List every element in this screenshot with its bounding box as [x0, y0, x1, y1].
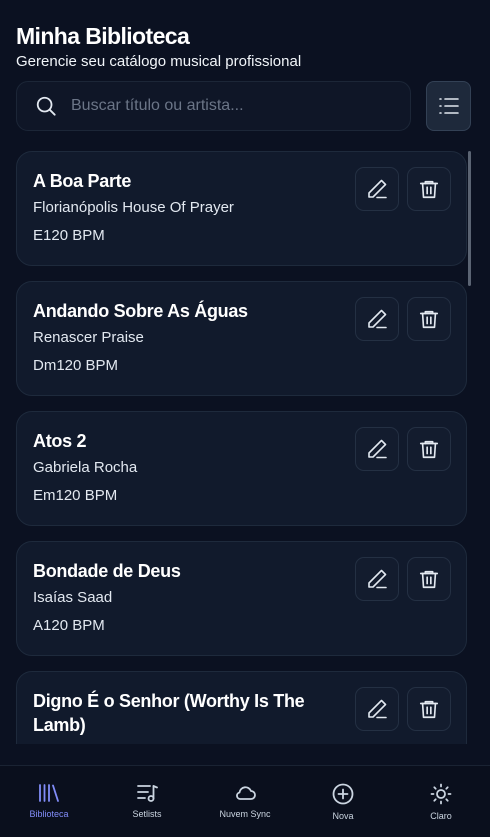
nav-item-claro[interactable]: Claro — [392, 766, 490, 837]
nav-item-setlists[interactable]: Setlists — [98, 766, 196, 837]
page-title: Minha Biblioteca — [16, 23, 190, 49]
search-row — [16, 81, 474, 131]
song-card[interactable]: Andando Sobre As Águas Renascer Praise D… — [16, 281, 467, 396]
song-title: Bondade de Deus — [33, 561, 181, 581]
delete-button[interactable] — [407, 167, 451, 211]
nav-label: Setlists — [132, 809, 162, 819]
song-key-bpm: Dm120 BPM — [33, 357, 119, 374]
song-title: Digno É o Senhor (Worthy Is The Lamb) — [33, 691, 305, 735]
bottom-nav: Biblioteca Setlists Nuvem Sync Nova Clar… — [0, 765, 490, 837]
edit-button[interactable] — [355, 427, 399, 471]
song-actions — [355, 297, 451, 341]
nav-item-nuvem-sync[interactable]: Nuvem Sync — [196, 766, 294, 837]
trash-icon — [419, 180, 439, 199]
setlist-icon — [137, 785, 158, 802]
song-actions — [355, 557, 451, 601]
edit-button[interactable] — [355, 557, 399, 601]
trash-icon — [419, 570, 439, 589]
song-list: A Boa Parte Florianópolis House Of Praye… — [16, 151, 467, 744]
trash-icon — [419, 440, 439, 459]
song-actions — [355, 167, 451, 211]
page-subtitle: Gerencie seu catálogo musical profission… — [16, 53, 302, 70]
search-icon — [36, 96, 56, 116]
delete-button[interactable] — [407, 427, 451, 471]
song-key-bpm: A120 BPM — [33, 617, 105, 634]
song-card[interactable]: Digno É o Senhor (Worthy Is The Lamb) — [16, 671, 467, 744]
pencil-icon — [368, 309, 387, 329]
nav-item-nova[interactable]: Nova — [294, 766, 392, 837]
trash-icon — [419, 700, 439, 719]
song-title: A Boa Parte — [33, 171, 132, 191]
delete-button[interactable] — [407, 297, 451, 341]
nav-label: Claro — [430, 811, 452, 821]
delete-button[interactable] — [407, 557, 451, 601]
pencil-icon — [368, 439, 387, 459]
song-actions — [355, 427, 451, 471]
song-title: Atos 2 — [33, 431, 87, 451]
edit-button[interactable] — [355, 167, 399, 211]
search-box[interactable] — [16, 81, 411, 131]
song-card[interactable]: Bondade de Deus Isaías Saad A120 BPM — [16, 541, 467, 656]
pencil-icon — [368, 179, 387, 199]
scrollbar[interactable] — [468, 151, 471, 286]
search-input[interactable] — [71, 97, 371, 115]
list-view-button[interactable] — [426, 81, 471, 131]
nav-label: Nova — [332, 811, 354, 821]
nav-label: Biblioteca — [29, 809, 69, 819]
song-card[interactable]: Atos 2 Gabriela Rocha Em120 BPM — [16, 411, 467, 526]
edit-button[interactable] — [355, 687, 399, 731]
song-key-bpm: Em120 BPM — [33, 487, 118, 504]
list-icon — [438, 98, 459, 114]
sun-icon — [430, 783, 452, 805]
trash-icon — [419, 310, 439, 329]
pencil-icon — [368, 569, 387, 589]
nav-item-biblioteca[interactable]: Biblioteca — [0, 766, 98, 837]
edit-button[interactable] — [355, 297, 399, 341]
cloud-icon — [236, 786, 256, 800]
song-card[interactable]: A Boa Parte Florianópolis House Of Praye… — [16, 151, 467, 266]
plus-circle-icon — [332, 783, 354, 805]
song-actions — [355, 687, 451, 731]
pencil-icon — [368, 699, 387, 719]
delete-button[interactable] — [407, 687, 451, 731]
song-title: Andando Sobre As Águas — [33, 301, 248, 321]
library-icon — [39, 784, 59, 802]
header: Minha Biblioteca Gerencie seu catálogo m… — [16, 22, 474, 72]
song-key-bpm: E120 BPM — [33, 227, 105, 244]
nav-label: Nuvem Sync — [219, 809, 271, 819]
